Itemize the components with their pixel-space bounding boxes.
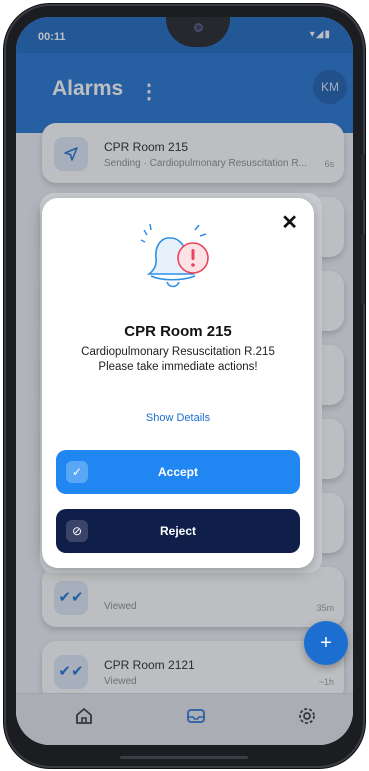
volume-button: [361, 154, 365, 200]
dialog-message-line: Please take immediate actions!: [98, 361, 258, 373]
power-button: [361, 234, 365, 304]
alarm-bell-icon: [140, 223, 209, 288]
reject-button[interactable]: ⊘ Reject: [56, 509, 300, 553]
dialog-title: CPR Room 215: [124, 323, 232, 340]
home-indicator: [120, 756, 248, 759]
dialog-message: Cardiopulmonary Resuscitation R.215 Plea…: [42, 345, 314, 375]
add-alarm-button[interactable]: +: [304, 621, 348, 665]
accept-button[interactable]: ✓ Accept: [56, 450, 300, 494]
show-details-link[interactable]: Show Details: [42, 412, 314, 424]
close-icon[interactable]: ✕: [281, 210, 298, 235]
accept-label: Accept: [157, 465, 198, 479]
alarm-dialog: ✕ CPR Room 215 Cardiopulmonary Resuscita…: [42, 198, 314, 568]
dialog-message-line: Cardiopulmonary Resuscitation R.215: [81, 346, 275, 358]
reject-label: Reject: [159, 524, 197, 538]
